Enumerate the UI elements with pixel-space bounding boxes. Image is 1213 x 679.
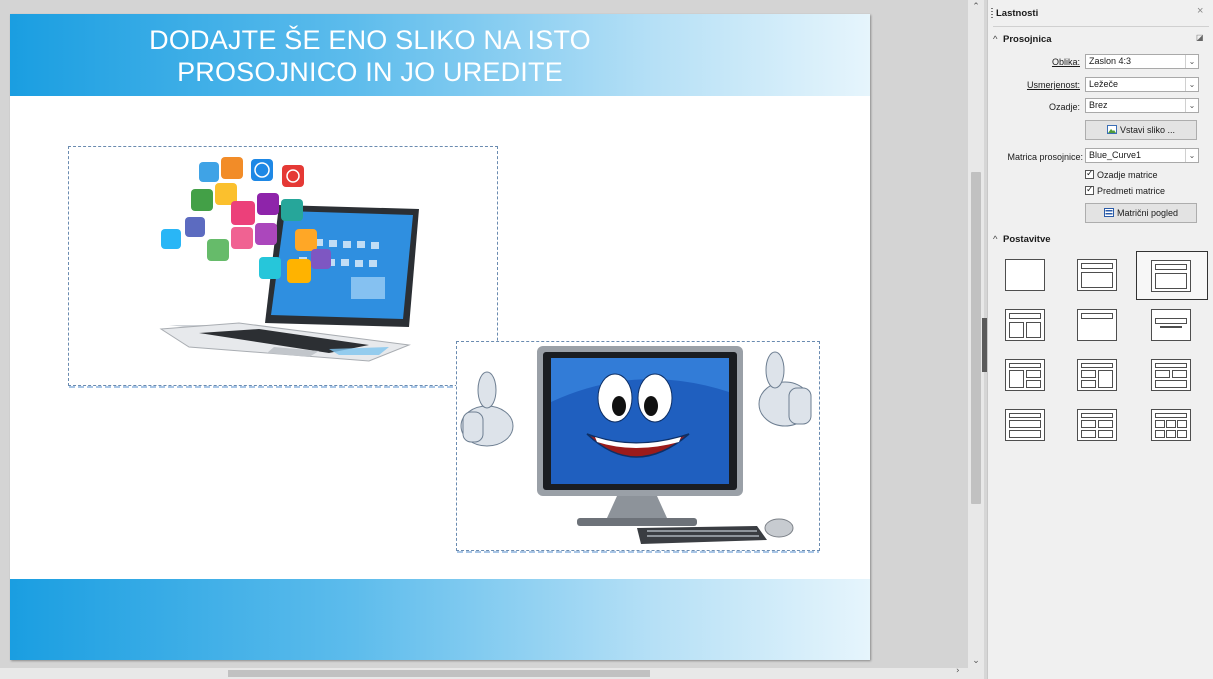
master-view-label: Matrični pogled (1116, 208, 1179, 218)
layout-title-content-2[interactable] (1136, 251, 1208, 300)
ozadje-value: Brez (1089, 100, 1108, 110)
matrica-dropdown[interactable]: Blue_Curve1 ⌄ (1085, 148, 1199, 163)
divider (993, 26, 1209, 27)
laptop-with-app-icons-image[interactable] (68, 146, 498, 388)
grip-icon[interactable] (991, 8, 993, 20)
horizontal-scrollbar[interactable]: › (0, 666, 968, 679)
chevron-down-icon: ⌄ (1185, 78, 1198, 91)
slide-footer-band (10, 579, 870, 660)
layout-title-2-content-over-content-thumbnail (1151, 359, 1191, 391)
matrica-label-text: Matrica prosojnice: (1007, 152, 1083, 162)
layout-title-2-content-content[interactable] (1002, 357, 1048, 393)
ozadje-dropdown[interactable]: Brez ⌄ (1085, 98, 1199, 113)
master-view-button[interactable]: Matrični pogled (1085, 203, 1197, 223)
layout-title-content-2-content-thumbnail (1077, 359, 1117, 391)
insert-image-button[interactable]: Vstavi sliko ... (1085, 120, 1197, 140)
section-postavitve-label: Postavitve (1003, 234, 1051, 245)
layout-centered-text[interactable] (1148, 307, 1194, 343)
scroll-up-icon[interactable]: ⌃ (968, 0, 984, 14)
horizontal-scrollbar-thumb[interactable] (228, 670, 650, 677)
more-options-icon[interactable]: ◪ (1196, 33, 1204, 42)
usmerjenost-label-text: Usmerjenost: (1026, 80, 1080, 90)
layout-title-content[interactable] (1074, 257, 1120, 293)
layout-title-only[interactable] (1074, 307, 1120, 343)
chevron-down-icon: ⌄ (1185, 99, 1198, 112)
matrica-value: Blue_Curve1 (1089, 150, 1142, 160)
layout-title-2-content-thumbnail (1005, 309, 1045, 341)
happy-computer-image[interactable] (456, 341, 820, 553)
chevron-up-icon: ^ (993, 34, 998, 45)
layout-blank[interactable] (1002, 257, 1048, 293)
layout-title-4-content-thumbnail (1077, 409, 1117, 441)
layout-title-4-content[interactable] (1074, 407, 1120, 443)
ozadje-matrice-checkbox[interactable]: Ozadje matrice (1085, 168, 1158, 180)
layout-title-content-2-content[interactable] (1074, 357, 1120, 393)
usmerjenost-label: Usmerjenost: (988, 80, 1080, 90)
ozadje-label: Ozadje: (988, 102, 1080, 112)
oblika-label: Oblika: (988, 57, 1080, 67)
layout-title-only-thumbnail (1077, 309, 1117, 341)
layout-title-2-content[interactable] (1002, 307, 1048, 343)
layout-title-content-over-content-thumbnail (1005, 409, 1045, 441)
properties-sidebar: Lastnosti × ^ Prosojnica ◪ Oblika: Zaslon… (987, 0, 1213, 679)
layout-title-6-content[interactable] (1148, 407, 1194, 443)
layout-title-content-2-thumbnail (1151, 260, 1191, 292)
section-prosojnica-header[interactable]: ^ Prosojnica (993, 34, 1052, 45)
oblika-label-text: Oblika: (1051, 57, 1080, 67)
usmerjenost-dropdown[interactable]: Ležeče ⌄ (1085, 77, 1199, 92)
checkbox-checked-icon[interactable] (1085, 184, 1094, 195)
master-slide-icon (1103, 208, 1114, 217)
slide-title[interactable]: DODAJTE ŠE ENO SLIKO NA ISTO PROSOJNICO … (50, 24, 690, 88)
layout-title-content-thumbnail (1077, 259, 1117, 291)
section-postavitve-header[interactable]: ^ Postavitve (993, 234, 1051, 245)
chevron-up-icon: ^ (993, 234, 998, 245)
ozadje-matrice-label: Ozadje matrice (1097, 170, 1158, 180)
oblika-value: Zaslon 4:3 (1089, 56, 1132, 66)
insert-image-label: Vstavi sliko ... (1119, 125, 1175, 135)
usmerjenost-value: Ležeče (1089, 79, 1119, 89)
slide-canvas[interactable]: DODAJTE ŠE ENO SLIKO NA ISTO PROSOJNICO … (10, 14, 870, 660)
predmeti-matrice-label: Predmeti matrice (1097, 186, 1166, 196)
matrica-label: Matrica prosojnice: (988, 152, 1083, 162)
oblika-dropdown[interactable]: Zaslon 4:3 ⌄ (1085, 54, 1199, 69)
layout-title-2-content-content-thumbnail (1005, 359, 1045, 391)
layout-title-6-content-thumbnail (1151, 409, 1191, 441)
slide-workspace[interactable]: DODAJTE ŠE ENO SLIKO NA ISTO PROSOJNICO … (0, 0, 968, 679)
vertical-scrollbar-thumb[interactable] (971, 172, 981, 504)
chevron-down-icon: ⌄ (1185, 149, 1198, 162)
layout-title-2-content-over-content[interactable] (1148, 357, 1194, 393)
laptop-apps-illustration (159, 157, 419, 362)
chevron-down-icon: ⌄ (1185, 55, 1198, 68)
scroll-down-icon[interactable]: ⌄ (968, 654, 984, 668)
close-icon[interactable]: × (1197, 5, 1203, 17)
sidebar-title: Lastnosti (996, 8, 1039, 19)
layout-centered-text-thumbnail (1151, 309, 1191, 341)
ozadje-label-text: Ozadje: (1048, 102, 1080, 112)
layout-blank-thumbnail (1005, 259, 1045, 291)
image-icon (1106, 125, 1117, 134)
smiling-monitor-illustration (460, 346, 812, 544)
predmeti-matrice-checkbox[interactable]: Predmeti matrice (1085, 184, 1166, 196)
scroll-right-icon[interactable]: › (956, 666, 960, 676)
section-prosojnica-label: Prosojnica (1003, 34, 1052, 45)
layout-title-content-over-content[interactable] (1002, 407, 1048, 443)
checkbox-checked-icon[interactable] (1085, 168, 1094, 179)
